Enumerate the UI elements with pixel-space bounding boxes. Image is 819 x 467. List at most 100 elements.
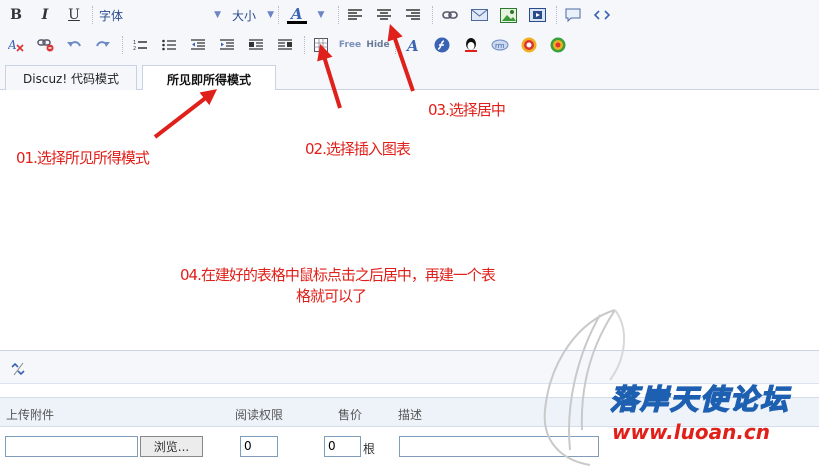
unordered-list-button[interactable] — [159, 35, 179, 55]
font-family-select[interactable]: 字体 ▼ — [99, 6, 221, 24]
svg-text:A: A — [8, 38, 17, 52]
insert-code-button[interactable] — [592, 5, 612, 25]
insert-qq-button[interactable] — [461, 35, 481, 55]
tab-label: 所见即所得模式 — [166, 72, 251, 87]
insert-table-button[interactable] — [311, 35, 331, 55]
tab-discuz-code-mode[interactable]: Discuz! 代码模式 — [5, 65, 137, 91]
bold-button[interactable]: B — [6, 5, 26, 25]
unlink-icon — [36, 39, 53, 52]
flash-icon — [434, 37, 450, 53]
read-permission-input[interactable]: 0 — [240, 436, 278, 457]
resize-icon — [11, 362, 25, 376]
align-left-button[interactable] — [345, 5, 365, 25]
chevron-down-icon: ▼ — [214, 10, 221, 20]
quote-icon — [565, 8, 581, 22]
attachment-row: 浏览... 0 0 根 — [0, 428, 819, 467]
file-path-input[interactable] — [5, 436, 138, 457]
email-icon — [470, 9, 488, 21]
redo-button[interactable] — [93, 35, 113, 55]
clear-format-icon: A — [8, 38, 24, 52]
toolbar-separator — [556, 6, 557, 24]
toolbar-separator — [304, 36, 305, 54]
float-right-icon — [278, 39, 292, 50]
unordered-list-icon — [162, 39, 176, 51]
float-left-button[interactable] — [246, 35, 266, 55]
link-icon — [442, 11, 458, 19]
svg-text:A: A — [289, 5, 303, 23]
svg-text:A: A — [405, 37, 419, 53]
undo-icon — [67, 41, 81, 47]
align-right-icon — [406, 9, 420, 20]
indent-button[interactable] — [217, 35, 237, 55]
ordered-list-button[interactable]: 12 — [130, 35, 150, 55]
price-unit: 根 — [363, 442, 376, 456]
read-permission-label: 阅读权限 — [235, 408, 284, 422]
annotation-step-4-line-2: 格就可以了 — [296, 287, 367, 305]
float-right-button[interactable] — [275, 35, 295, 55]
ordered-list-icon: 12 — [133, 40, 147, 51]
video-icon — [521, 37, 537, 53]
insert-quote-button[interactable] — [563, 5, 583, 25]
svg-text:rm: rm — [495, 42, 505, 50]
resize-handle[interactable] — [8, 359, 28, 379]
annotation-step-2: 02.选择插入图表 — [305, 140, 411, 158]
free-icon: Free — [338, 40, 362, 50]
align-left-icon — [348, 9, 362, 20]
price-label: 售价 — [338, 408, 363, 422]
audio-icon: rm — [491, 39, 509, 51]
price-input[interactable]: 0 — [324, 436, 361, 457]
free-button[interactable]: Free — [339, 35, 361, 55]
font-size-label: 大小 — [232, 8, 257, 23]
underline-button[interactable]: U — [64, 5, 84, 25]
editor-content-area[interactable] — [0, 90, 819, 350]
toolbar-separator — [278, 6, 279, 24]
insert-video-button[interactable] — [519, 35, 539, 55]
align-center-icon — [377, 9, 391, 20]
description-label: 描述 — [398, 408, 423, 422]
hide-button[interactable]: Hide — [366, 35, 390, 55]
qq-icon — [465, 38, 477, 52]
indent-icon — [220, 39, 234, 50]
hide-icon: Hide — [366, 40, 390, 50]
outdent-button[interactable] — [188, 35, 208, 55]
font-color-icon: A — [287, 5, 307, 24]
font-family-label: 字体 — [99, 8, 124, 23]
font-color-dropdown[interactable]: ▼ — [314, 5, 328, 25]
font-style-icon: A — [405, 37, 419, 53]
insert-link-button[interactable] — [440, 5, 460, 25]
underline-icon: U — [68, 7, 80, 23]
bold-icon: B — [10, 7, 22, 23]
align-center-button[interactable] — [374, 5, 394, 25]
insert-media-button[interactable] — [527, 5, 547, 25]
font-color-button[interactable]: A — [286, 5, 308, 25]
toolbar-row-1: B I U 字体 ▼ 大小 ▼ A ▼ — [0, 0, 819, 30]
align-right-button[interactable] — [403, 5, 423, 25]
insert-flash-button[interactable] — [432, 35, 452, 55]
insert-music-button[interactable] — [548, 35, 568, 55]
italic-button[interactable]: I — [35, 5, 55, 25]
tab-label: Discuz! 代码模式 — [23, 72, 119, 86]
browse-label: 浏览... — [153, 440, 190, 454]
remove-format-button[interactable]: A — [6, 35, 26, 55]
unlink-button[interactable] — [35, 35, 55, 55]
chevron-down-icon: ▼ — [317, 10, 325, 20]
music-icon — [550, 37, 566, 53]
redo-icon — [96, 41, 110, 47]
insert-email-button[interactable] — [469, 5, 489, 25]
font-size-select[interactable]: 大小 ▼ — [232, 6, 274, 24]
toolbar-separator — [432, 6, 433, 24]
insert-image-button[interactable] — [498, 5, 518, 25]
float-left-icon — [249, 39, 263, 50]
toolbar-separator — [338, 6, 339, 24]
browse-button[interactable]: 浏览... — [140, 436, 203, 457]
upload-attachment-label: 上传附件 — [6, 408, 55, 422]
insert-audio-button[interactable]: rm — [490, 35, 510, 55]
annotation-step-4-line-1: 04.在建好的表格中鼠标点击之后居中，再建一个表 — [180, 266, 496, 284]
media-icon — [528, 8, 546, 22]
undo-button[interactable] — [64, 35, 84, 55]
description-input[interactable] — [399, 436, 599, 457]
tab-wysiwyg-mode[interactable]: 所见即所得模式 — [142, 65, 276, 92]
font-style-button[interactable]: A — [403, 35, 423, 55]
toolbar-separator — [92, 6, 93, 24]
italic-icon: I — [41, 7, 49, 23]
